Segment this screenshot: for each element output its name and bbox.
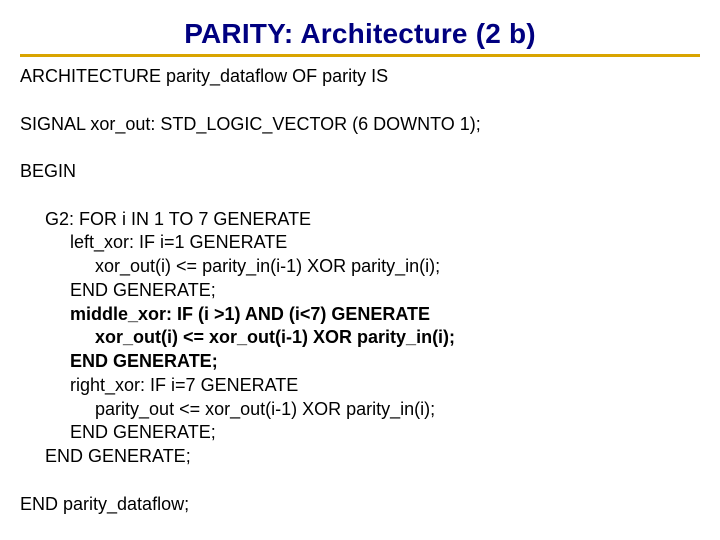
code-line: BEGIN: [20, 161, 76, 181]
code-line: SIGNAL xor_out: STD_LOGIC_VECTOR (6 DOWN…: [20, 114, 481, 134]
code-line-bold: middle_xor: IF (i >1) AND (i<7) GENERATE: [20, 304, 430, 324]
code-line: END GENERATE;: [20, 280, 216, 300]
code-line: left_xor: IF i=1 GENERATE: [20, 232, 287, 252]
code-line: END GENERATE;: [20, 422, 216, 442]
code-line: END parity_dataflow;: [20, 494, 189, 514]
title-underline: [20, 54, 700, 57]
code-line-bold: END GENERATE;: [20, 351, 218, 371]
code-line: END GENERATE;: [20, 446, 191, 466]
code-line: ARCHITECTURE parity_dataflow OF parity I…: [20, 66, 388, 86]
code-line: parity_out <= xor_out(i-1) XOR parity_in…: [20, 399, 435, 419]
code-line: right_xor: IF i=7 GENERATE: [20, 375, 298, 395]
code-line: xor_out(i) <= parity_in(i-1) XOR parity_…: [20, 256, 440, 276]
slide: PARITY: Architecture (2 b) ARCHITECTURE …: [0, 0, 720, 540]
code-body: ARCHITECTURE parity_dataflow OF parity I…: [20, 65, 700, 516]
code-line: G2: FOR i IN 1 TO 7 GENERATE: [20, 209, 311, 229]
code-line-bold: xor_out(i) <= xor_out(i-1) XOR parity_in…: [20, 327, 455, 347]
slide-title: PARITY: Architecture (2 b): [20, 18, 700, 50]
